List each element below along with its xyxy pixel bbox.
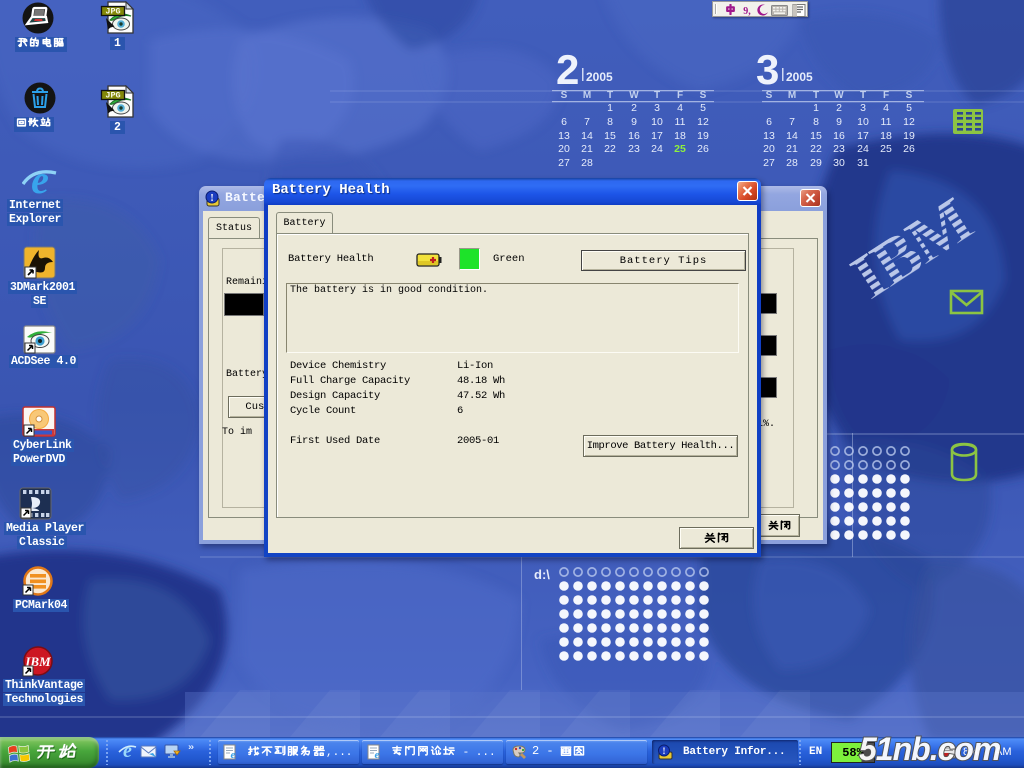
svg-text:3: 3 — [756, 46, 779, 93]
svg-text:M: M — [788, 90, 796, 101]
svg-text:24: 24 — [857, 143, 869, 155]
svg-text:30: 30 — [833, 157, 845, 169]
svg-text:11: 11 — [881, 116, 892, 128]
svg-text:8: 8 — [813, 116, 819, 128]
svg-text:21: 21 — [786, 143, 798, 155]
svg-text:17: 17 — [651, 130, 663, 142]
svg-text:20: 20 — [763, 143, 775, 155]
svg-text:26: 26 — [903, 143, 915, 155]
svg-text:1: 1 — [813, 102, 819, 114]
svg-text:S: S — [561, 90, 568, 101]
svg-text:S: S — [906, 90, 913, 101]
svg-text:e: e — [31, 163, 49, 199]
svg-text:18: 18 — [880, 130, 892, 142]
svg-text:d:\: d:\ — [534, 567, 550, 582]
svg-text:13: 13 — [558, 130, 570, 142]
svg-text:2: 2 — [836, 102, 842, 114]
svg-text:28: 28 — [581, 157, 593, 169]
svg-text:13: 13 — [763, 130, 775, 142]
svg-text:T: T — [813, 90, 819, 101]
svg-text:JPG: JPG — [105, 7, 120, 17]
svg-text:5: 5 — [700, 102, 706, 114]
svg-text:19: 19 — [697, 130, 709, 142]
svg-text:7: 7 — [789, 116, 795, 128]
svg-text:17: 17 — [857, 130, 869, 142]
svg-text:20: 20 — [558, 143, 570, 155]
svg-text:12: 12 — [697, 116, 709, 128]
svg-text:28: 28 — [786, 157, 798, 169]
svg-text:2005: 2005 — [786, 70, 813, 84]
svg-text:F: F — [677, 90, 683, 101]
svg-text:T: T — [860, 90, 866, 101]
svg-text:15: 15 — [810, 130, 822, 142]
svg-text:22: 22 — [604, 143, 616, 155]
svg-text:M: M — [583, 90, 591, 101]
svg-text:S: S — [766, 90, 773, 101]
svg-text:23: 23 — [628, 143, 640, 155]
svg-text:25: 25 — [674, 143, 686, 155]
svg-text:14: 14 — [786, 130, 798, 142]
svg-text:2: 2 — [556, 46, 579, 93]
svg-text:22: 22 — [810, 143, 822, 155]
svg-text:27: 27 — [558, 157, 570, 169]
svg-text:24: 24 — [651, 143, 663, 155]
svg-text:9: 9 — [836, 116, 842, 128]
svg-text:51nb.com: 51nb.com — [859, 731, 1001, 767]
svg-text:31: 31 — [857, 157, 869, 169]
svg-text:25: 25 — [880, 143, 892, 155]
svg-text:23: 23 — [833, 143, 845, 155]
svg-text:29: 29 — [810, 157, 822, 169]
svg-text:6: 6 — [766, 116, 772, 128]
svg-text:4: 4 — [883, 102, 889, 114]
svg-text:9,: 9, — [743, 6, 751, 16]
svg-text:26: 26 — [697, 143, 709, 155]
svg-text:4: 4 — [677, 102, 683, 114]
svg-text:3: 3 — [654, 102, 660, 114]
svg-text:3: 3 — [860, 102, 866, 114]
svg-text:2005: 2005 — [586, 70, 613, 84]
svg-text:e: e — [123, 741, 132, 761]
svg-text:16: 16 — [833, 130, 845, 142]
svg-text:1: 1 — [607, 102, 613, 114]
svg-text:W: W — [834, 90, 844, 101]
svg-text:!: ! — [663, 746, 666, 756]
svg-text:T: T — [607, 90, 613, 101]
svg-text:2: 2 — [631, 102, 637, 114]
svg-text:9: 9 — [631, 116, 637, 128]
svg-text:15: 15 — [604, 130, 616, 142]
svg-text:T: T — [654, 90, 660, 101]
svg-text:18: 18 — [674, 130, 686, 142]
svg-text:16: 16 — [628, 130, 640, 142]
svg-text:14: 14 — [581, 130, 593, 142]
svg-text:S: S — [700, 90, 707, 101]
svg-text:6: 6 — [561, 116, 567, 128]
svg-text:e: e — [231, 749, 236, 760]
svg-text:F: F — [883, 90, 889, 101]
svg-text:12: 12 — [903, 116, 915, 128]
svg-text:W: W — [629, 90, 639, 101]
svg-text:11: 11 — [675, 116, 686, 128]
svg-text:27: 27 — [763, 157, 775, 169]
svg-text:7: 7 — [584, 116, 590, 128]
svg-text:!: ! — [210, 193, 213, 204]
svg-text:10: 10 — [651, 116, 663, 128]
svg-text:21: 21 — [581, 143, 593, 155]
svg-text:5: 5 — [906, 102, 912, 114]
svg-text:JPG: JPG — [105, 91, 120, 101]
svg-text:10: 10 — [857, 116, 869, 128]
svg-text:19: 19 — [903, 130, 915, 142]
svg-text:e: e — [375, 749, 380, 760]
svg-text:8: 8 — [607, 116, 613, 128]
